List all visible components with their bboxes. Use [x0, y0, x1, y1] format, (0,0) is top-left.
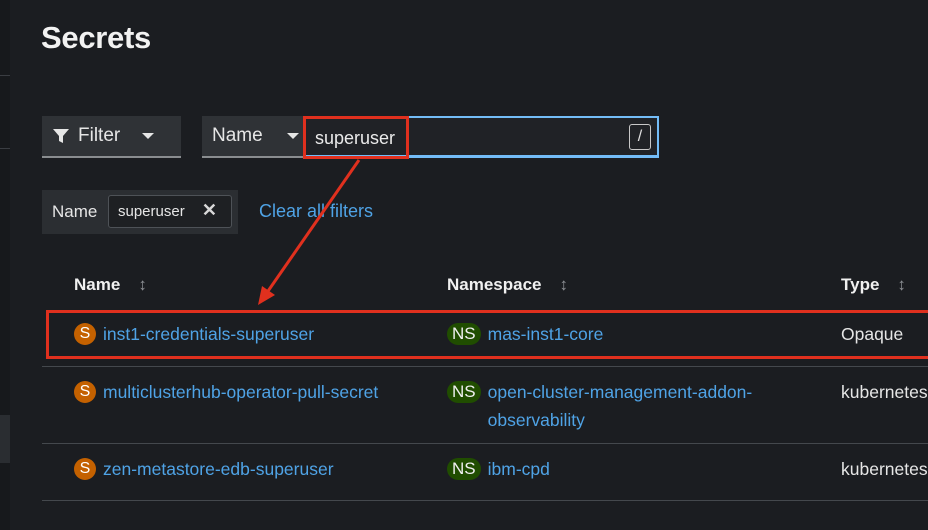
- annotation-arrow: [258, 159, 361, 305]
